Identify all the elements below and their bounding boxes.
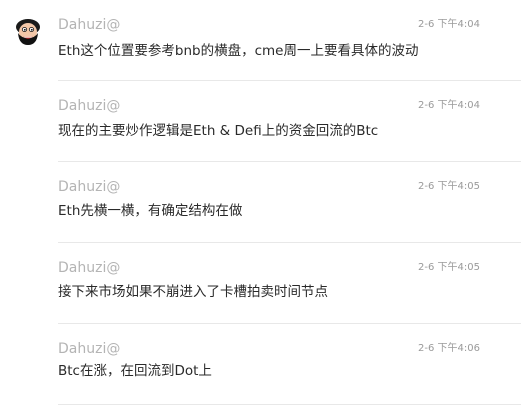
message-text: Btc在涨，在回流到Dot上 [58, 363, 212, 379]
chat-message-2: Dahuzi@ 2-6 下午4:04 现在的主要炒作逻辑是Eth & Defi上… [0, 81, 521, 162]
chat-message-4: Dahuzi@ 2-6 下午4:05 接下来市场如果不崩进入了卡槽拍卖时间节点 [0, 243, 521, 324]
message-text: 接下来市场如果不崩进入了卡槽拍卖时间节点 [58, 284, 328, 300]
chat-message-5: Dahuzi@ 2-6 下午4:06 Btc在涨，在回流到Dot上 [0, 324, 521, 411]
message-text: 现在的主要炒作逻辑是Eth & Defi上的资金回流的Btc [58, 123, 379, 139]
author-name[interactable]: Dahuzi@ [58, 98, 120, 114]
message-timestamp: 2-6 下午4:04 [418, 19, 480, 30]
author-name[interactable]: Dahuzi@ [58, 179, 120, 195]
chat-message-feed: Dahuzi@ 2-6 下午4:04 Eth这个位置要参考bnb的横盘，cme周… [0, 0, 521, 411]
message-text: Eth先横一横，有确定结构在做 [58, 203, 243, 219]
message-timestamp: 2-6 下午4:06 [418, 343, 480, 354]
author-name[interactable]: Dahuzi@ [58, 17, 120, 33]
message-timestamp: 2-6 下午4:04 [418, 100, 480, 111]
author-name[interactable]: Dahuzi@ [58, 341, 120, 357]
chat-message-3: Dahuzi@ 2-6 下午4:05 Eth先横一横，有确定结构在做 [0, 162, 521, 243]
avatar[interactable] [14, 18, 42, 46]
message-text: Eth这个位置要参考bnb的横盘，cme周一上要看具体的波动 [58, 43, 419, 59]
author-name[interactable]: Dahuzi@ [58, 260, 120, 276]
message-timestamp: 2-6 下午4:05 [418, 262, 480, 273]
chat-message-1: Dahuzi@ 2-6 下午4:04 Eth这个位置要参考bnb的横盘，cme周… [0, 0, 521, 81]
message-timestamp: 2-6 下午4:05 [418, 181, 480, 192]
message-divider [58, 404, 521, 405]
bearded-man-avatar-icon [16, 19, 40, 45]
